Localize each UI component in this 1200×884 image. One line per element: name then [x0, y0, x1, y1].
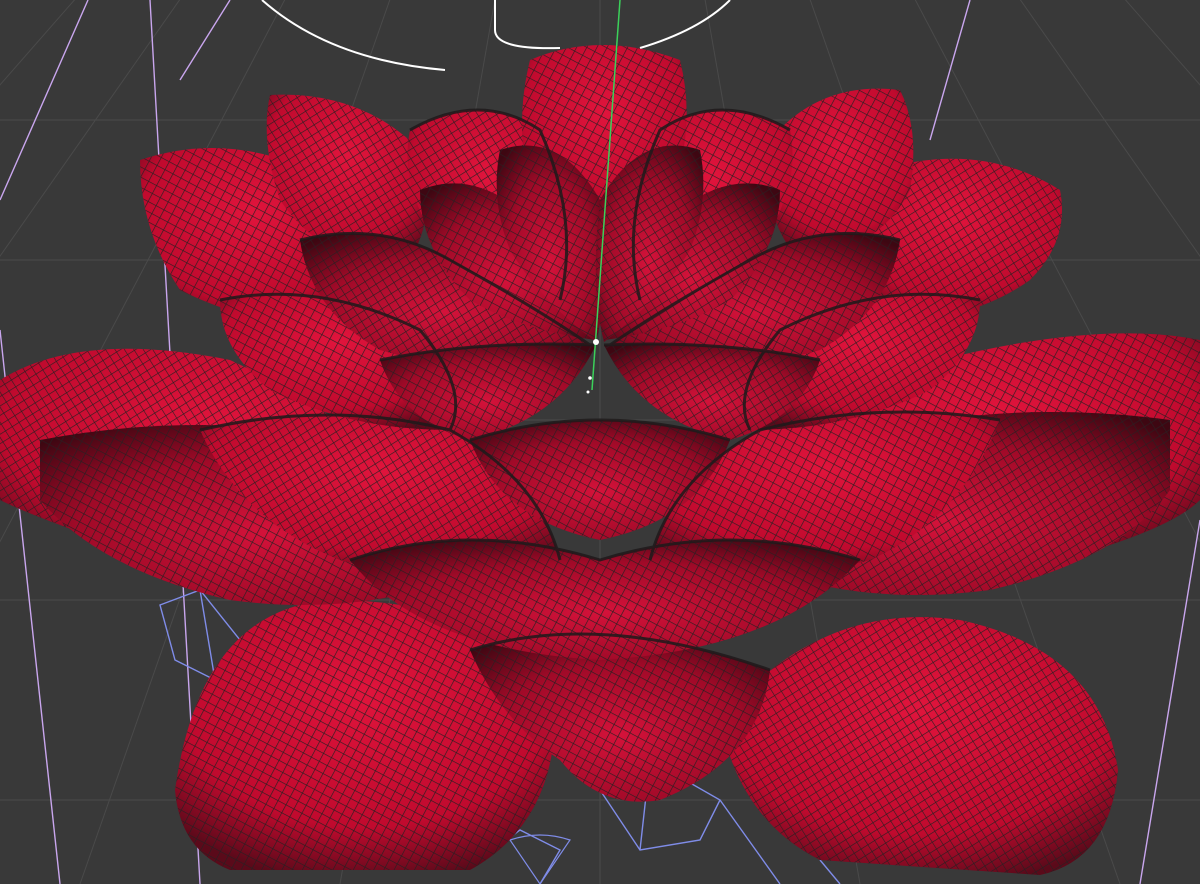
lotus-flower-mesh[interactable]: [0, 45, 1200, 875]
3d-viewport[interactable]: [0, 0, 1200, 884]
viewport-canvas[interactable]: [0, 0, 1200, 884]
bone-cone-wire[interactable]: [509, 834, 571, 884]
